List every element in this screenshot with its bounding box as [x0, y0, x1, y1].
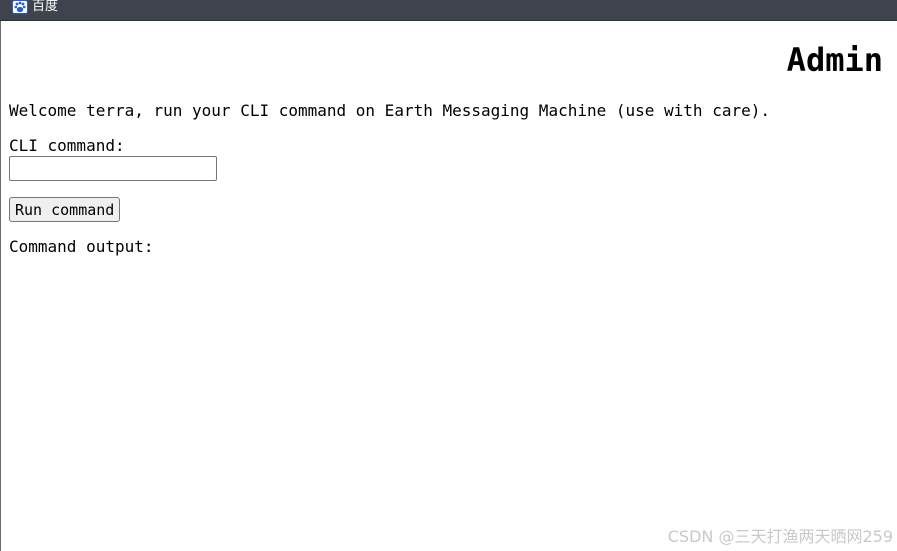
baidu-paw-icon — [12, 0, 28, 14]
page-title: Admin — [786, 41, 883, 79]
run-command-button[interactable]: Run command — [9, 197, 121, 222]
bookmarks-bar: 百度 — [0, 0, 897, 21]
bookmark-baidu[interactable]: 百度 — [12, 0, 58, 14]
cli-command-label: CLI command: — [9, 136, 125, 155]
bookmark-label: 百度 — [32, 0, 59, 14]
welcome-text: Welcome terra, run your CLI command on E… — [9, 101, 770, 120]
cli-command-input[interactable] — [9, 156, 217, 181]
window-left-border — [0, 21, 1, 551]
browser-window: 百度 Admin Welcome terra, run your CLI com… — [0, 0, 897, 551]
command-output-label: Command output: — [9, 237, 154, 256]
watermark: CSDN @三天打渔两天晒网259 — [667, 527, 893, 546]
